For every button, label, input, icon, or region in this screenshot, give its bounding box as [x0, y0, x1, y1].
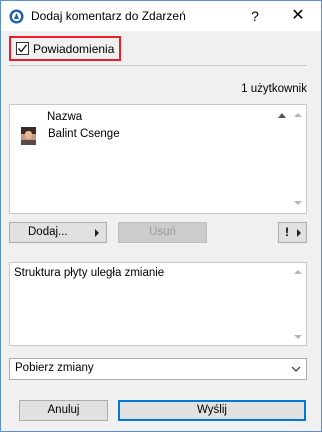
list-item[interactable]: Balint Csenge: [16, 125, 286, 147]
comment-text: Struktura płyty uległa zmianie: [14, 267, 165, 279]
add-user-button[interactable]: Dodaj...: [9, 222, 107, 243]
scroll-up-icon[interactable]: [294, 270, 302, 274]
checkmark-icon: [17, 44, 28, 53]
scroll-down-icon[interactable]: [294, 201, 302, 205]
user-name: Balint Csenge: [48, 128, 120, 140]
title-bar[interactable]: Dodaj komentarz do Zdarzeń ? ✕: [1, 1, 321, 31]
dialog-body: Powiadomienia 1 użytkownik Nazwa Balint …: [1, 31, 321, 431]
scroll-down-icon[interactable]: [294, 335, 302, 339]
sort-ascending-icon[interactable]: [278, 113, 286, 118]
notifications-checkbox[interactable]: [16, 42, 29, 55]
add-comment-dialog: Dodaj komentarz do Zdarzeń ? ✕ Powiadomi…: [0, 0, 322, 432]
comment-textarea[interactable]: Struktura płyty uległa zmianie: [9, 262, 307, 346]
priority-button[interactable]: !: [278, 222, 307, 243]
action-select-value: Pobierz zmiany: [15, 362, 94, 374]
menu-arrow-icon: [95, 229, 99, 237]
notifications-label[interactable]: Powiadomienia: [33, 42, 114, 56]
close-button[interactable]: ✕: [284, 5, 312, 27]
menu-arrow-icon: [297, 229, 301, 237]
users-list[interactable]: Nazwa Balint Csenge: [9, 104, 307, 214]
notifications-highlight: Powiadomienia: [9, 36, 121, 61]
action-select[interactable]: Pobierz zmiany: [9, 358, 307, 380]
send-button[interactable]: Wyślij: [118, 400, 306, 421]
column-header-name[interactable]: Nazwa: [47, 111, 82, 123]
exclamation-icon: !: [285, 225, 289, 239]
cancel-button[interactable]: Anuluj: [19, 400, 108, 421]
add-user-label: Dodaj...: [28, 226, 68, 238]
app-logo-icon: [9, 9, 24, 24]
avatar: [21, 127, 36, 145]
separator: [9, 65, 307, 66]
chevron-down-icon: [291, 366, 301, 372]
window-title: Dodaj komentarz do Zdarzeń: [31, 9, 186, 23]
scroll-up-icon[interactable]: [294, 113, 302, 117]
user-count-label: 1 użytkownik: [241, 83, 307, 95]
help-button[interactable]: ?: [244, 6, 266, 26]
remove-user-button[interactable]: Usuń: [118, 222, 207, 243]
list-scrollbar[interactable]: [290, 105, 306, 213]
